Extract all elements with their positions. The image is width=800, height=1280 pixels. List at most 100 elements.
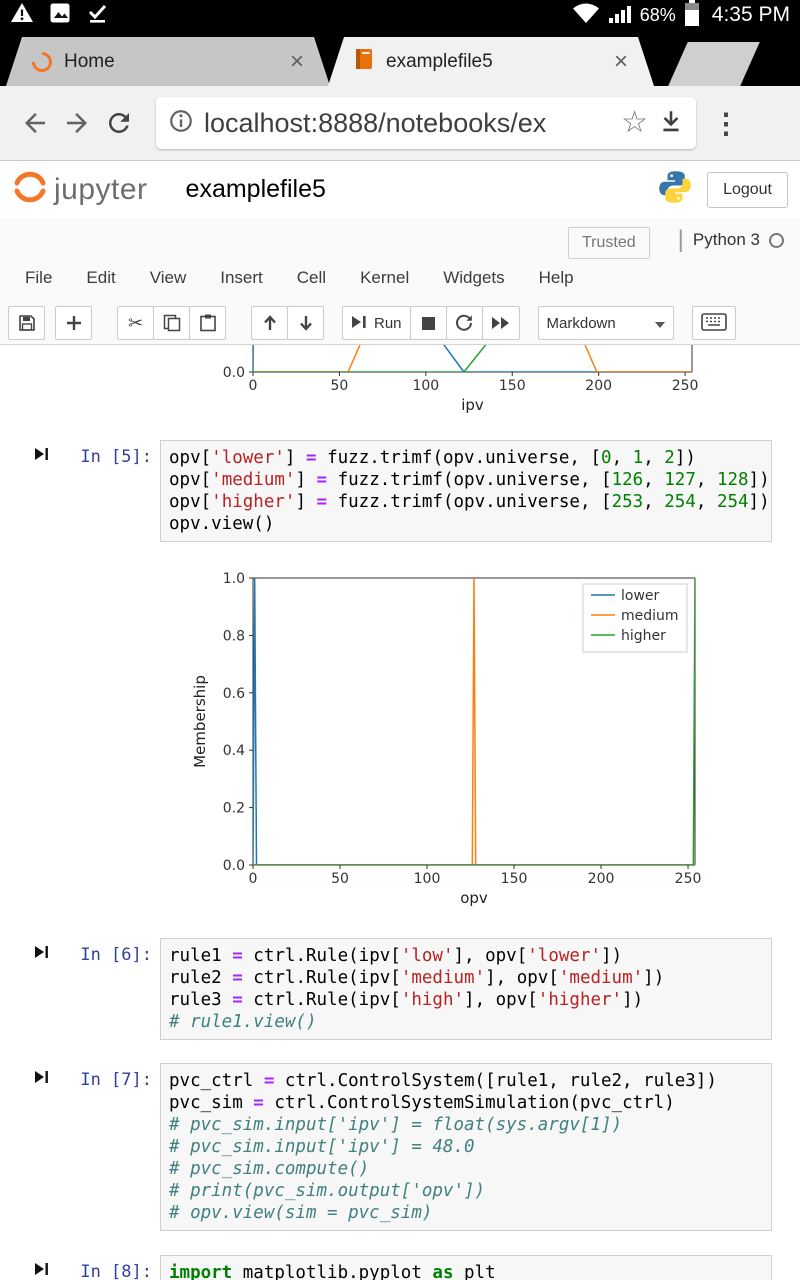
run-cell-icon[interactable]: [34, 1262, 49, 1280]
menu-help[interactable]: Help: [539, 268, 574, 288]
svg-text:0: 0: [249, 871, 258, 887]
cell-prompt: In [8]:: [80, 1262, 152, 1280]
download-page-icon[interactable]: [658, 108, 684, 139]
keyboard-icon: [700, 312, 727, 334]
add-cell-button[interactable]: [55, 306, 92, 340]
copy-cell-button[interactable]: [153, 306, 190, 340]
menu-view[interactable]: View: [150, 268, 187, 288]
cell-prompt: In [6]:: [80, 945, 152, 965]
tab-strip: Home × examplefile5 ×: [0, 30, 800, 86]
logout-button[interactable]: Logout: [707, 171, 788, 208]
tab-examplefile5[interactable]: examplefile5 ×: [328, 37, 654, 86]
cell-prompt: In [5]:: [80, 447, 152, 467]
code-editor[interactable]: import matplotlib.pyplot as plt: [160, 1255, 772, 1280]
code-editor[interactable]: opv['lower'] = fuzz.trimf(opv.universe, …: [160, 440, 772, 542]
svg-text:100: 100: [412, 378, 439, 394]
clock: 4:35 PM: [711, 3, 790, 26]
menu-insert[interactable]: Insert: [220, 268, 263, 288]
divider: |: [677, 226, 684, 253]
interrupt-kernel-button[interactable]: [409, 306, 447, 340]
svg-text:Membership: Membership: [191, 675, 209, 768]
menu-kernel[interactable]: Kernel: [360, 268, 409, 288]
run-cell-icon[interactable]: [34, 1070, 49, 1089]
screenshot-icon: [48, 1, 72, 30]
svg-text:0.2: 0.2: [223, 801, 245, 817]
tab-title: Home: [64, 50, 115, 72]
svg-text:ipv: ipv: [461, 396, 484, 414]
tab-title: examplefile5: [386, 50, 493, 72]
jupyter-logo-icon[interactable]: [12, 170, 48, 209]
menu-file[interactable]: File: [25, 268, 52, 288]
restart-run-all-button[interactable]: [481, 306, 520, 340]
notebook-content: 0 50 100 150 200 250 0.0 ipv In [5]: opv['lower…: [0, 345, 800, 1280]
code-cell-in5: In [5]: opv['lower'] = fuzz.trimf(opv.un…: [28, 440, 772, 542]
forward-button[interactable]: [56, 108, 98, 138]
back-button[interactable]: [14, 108, 56, 138]
wifi-icon: [572, 2, 600, 29]
page-info-icon[interactable]: [168, 108, 194, 139]
android-screen: 68% 4:35 PM Home × examplefile5 × localh…: [0, 0, 800, 1280]
tab-home[interactable]: Home ×: [6, 37, 330, 86]
svg-text:0.6: 0.6: [223, 686, 245, 702]
move-cell-down-button[interactable]: [287, 306, 324, 340]
battery-icon: [684, 0, 700, 31]
python-logo-icon: [657, 169, 693, 210]
code-cell-in8: In [8]: import matplotlib.pyplot as plt: [28, 1255, 772, 1280]
code-editor[interactable]: rule1 = ctrl.Rule(ipv['low'], opv['lower…: [160, 938, 772, 1040]
tab-close-icon[interactable]: ×: [614, 50, 628, 74]
svg-text:1.0: 1.0: [223, 571, 245, 587]
svg-text:higher: higher: [621, 628, 666, 644]
svg-text:50: 50: [331, 871, 349, 887]
run-cell-icon[interactable]: [34, 447, 49, 466]
svg-text:200: 200: [588, 871, 615, 887]
trusted-badge: Trusted: [568, 227, 650, 259]
move-cell-up-button[interactable]: [251, 306, 288, 340]
opv-membership-chart: 0 50 100 150 200 250 0.0 0.2 0.4 0.6 0.8 1.0 opv Memb…: [175, 557, 720, 910]
svg-text:0: 0: [249, 378, 258, 394]
cell-type-value: Markdown: [546, 314, 616, 332]
command-palette-button[interactable]: [691, 306, 736, 340]
signal-icon: [608, 2, 632, 29]
svg-text:0.0: 0.0: [223, 858, 245, 874]
browser-menu-icon[interactable]: ⋮: [712, 107, 740, 140]
cell-prompt: In [7]:: [80, 1070, 152, 1090]
svg-text:0.4: 0.4: [223, 743, 245, 759]
scissors-icon: ✂: [127, 313, 144, 333]
warning-icon: [10, 1, 34, 30]
run-label: Run: [374, 314, 402, 332]
restart-kernel-button[interactable]: [445, 306, 483, 340]
notebook-toolbar: ✂ Run Markdown: [8, 306, 736, 340]
paste-cell-button[interactable]: [189, 306, 226, 340]
bookmark-star-icon[interactable]: ☆: [621, 108, 648, 138]
jupyter-logo-text[interactable]: jupyter: [54, 173, 148, 207]
notebook-menu: File Edit View Insert Cell Kernel Widgets Help: [25, 268, 574, 288]
menu-cell[interactable]: Cell: [297, 268, 326, 288]
kernel-name: Python 3: [692, 230, 760, 249]
tab-close-icon[interactable]: ×: [290, 50, 304, 74]
run-icon: [351, 315, 368, 332]
jupyter-favicon-icon: [28, 47, 56, 75]
notebook-favicon-icon: [354, 48, 374, 75]
menu-edit[interactable]: Edit: [86, 268, 115, 288]
jupyter-header: jupyter examplefile5 Logout: [0, 161, 800, 218]
battery-percentage: 68%: [639, 4, 676, 25]
svg-text:200: 200: [585, 378, 612, 394]
status-bar: 68% 4:35 PM: [0, 0, 800, 30]
new-tab-button[interactable]: [668, 42, 760, 86]
save-button[interactable]: [8, 306, 45, 340]
url-text: localhost:8888/notebooks/ex: [204, 107, 547, 138]
reload-button[interactable]: [98, 108, 140, 138]
menu-widgets[interactable]: Widgets: [443, 268, 504, 288]
notebook-title[interactable]: examplefile5: [186, 175, 326, 204]
notebook-chrome: Trusted | Python 3 File Edit View Insert Cel…: [0, 218, 800, 345]
run-button[interactable]: Run: [342, 306, 411, 340]
svg-text:250: 250: [672, 378, 699, 394]
svg-text:0.0: 0.0: [223, 365, 245, 381]
run-cell-icon[interactable]: [34, 945, 49, 964]
code-editor[interactable]: pvc_ctrl = ctrl.ControlSystem([rule1, ru…: [160, 1063, 772, 1231]
svg-text:150: 150: [501, 871, 528, 887]
cut-cell-button[interactable]: ✂: [117, 306, 154, 340]
cell-type-dropdown[interactable]: Markdown: [537, 306, 674, 340]
svg-text:150: 150: [499, 378, 526, 394]
url-omnibox[interactable]: localhost:8888/notebooks/ex ☆: [156, 97, 696, 149]
